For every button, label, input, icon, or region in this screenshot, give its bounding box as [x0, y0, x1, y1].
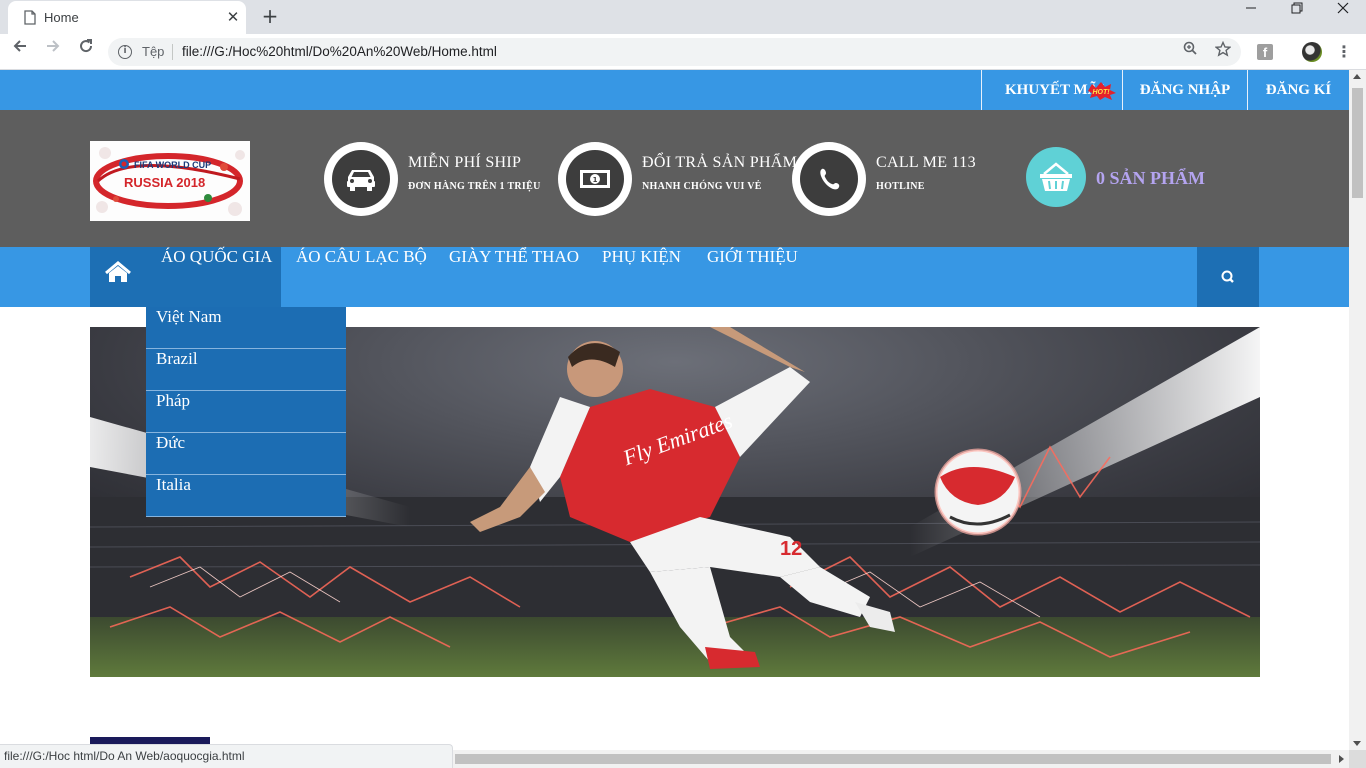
home-icon: [105, 261, 131, 282]
scrollbar-corner: [1349, 750, 1366, 768]
dropdown-item-viet-nam[interactable]: Việt Nam: [146, 307, 346, 349]
money-icon: 1: [580, 170, 610, 188]
reload-icon: [80, 39, 93, 53]
restore-icon: [1291, 2, 1303, 14]
close-window-button[interactable]: [1320, 2, 1366, 30]
svg-text:1: 1: [593, 176, 598, 184]
nav-item-label: GIÀY THỂ THAO: [449, 247, 580, 266]
back-arrow-icon: [13, 40, 26, 52]
forward-button[interactable]: [39, 38, 67, 66]
bookmark-star-icon[interactable]: [1212, 40, 1234, 63]
back-button[interactable]: [6, 38, 34, 66]
nav-item-label: PHỤ KIỆN: [602, 247, 681, 266]
scrollbar-thumb[interactable]: [455, 754, 1331, 764]
new-tab-button[interactable]: +: [258, 4, 282, 28]
feature-subtitle: NHANH CHÓNG VUI VẺ: [642, 181, 762, 192]
tab-strip: Home ✕ +: [0, 0, 1366, 34]
cart-count-label[interactable]: 0 SẢN PHẨM: [1096, 168, 1205, 189]
hot-badge-icon: HOT!: [1088, 82, 1116, 100]
minimize-button[interactable]: [1228, 2, 1274, 30]
info-icon[interactable]: i: [118, 45, 132, 59]
omnibox-divider: [172, 44, 173, 60]
nav-dropdown-ao-quoc-gia: Việt Nam Brazil Pháp Đức Italia: [146, 307, 346, 517]
scroll-up-arrow-icon[interactable]: [1353, 74, 1361, 79]
status-bar-url: file:///G:/Hoc html/Do An Web/aoquocgia.…: [0, 744, 453, 768]
nav-item-gioi-thieu[interactable]: GIỚI THIỆU: [707, 247, 798, 307]
site-header: FIFA WORLD CUP RUSSIA 2018 MIỄN PHÍ SHIP…: [0, 110, 1349, 247]
vertical-scrollbar[interactable]: [1349, 70, 1366, 750]
register-link[interactable]: ĐĂNG KÍ: [1247, 70, 1349, 110]
url-text[interactable]: file:///G:/Hoc%20html/Do%20An%20Web/Home…: [182, 44, 497, 59]
phone-icon: [820, 168, 840, 190]
logo-line2: RUSSIA 2018: [124, 175, 205, 190]
login-link[interactable]: ĐĂNG NHẬP: [1122, 70, 1247, 110]
feature-title: ĐỔI TRẢ SẢN PHẨM: [642, 154, 798, 171]
document-icon: [24, 10, 36, 25]
tab-title: Home: [44, 10, 79, 25]
profile-avatar[interactable]: [1302, 42, 1322, 62]
nav-item-label: ÁO CÂU LẠC BỘ: [296, 247, 427, 266]
feature-subtitle: HOTLINE: [876, 181, 925, 192]
tab-close-icon[interactable]: ✕: [224, 7, 242, 27]
scroll-down-arrow-icon[interactable]: [1353, 741, 1361, 746]
browser-menu-icon[interactable]: ⋮: [1334, 40, 1354, 64]
cart-button[interactable]: [1026, 147, 1086, 207]
forward-arrow-icon: [47, 40, 60, 52]
browser-tab[interactable]: Home ✕: [8, 1, 246, 34]
car-icon: [347, 170, 375, 191]
nav-item-giay-the-thao[interactable]: GIÀY THỂ THAO: [449, 247, 579, 307]
dropdown-item-brazil[interactable]: Brazil: [146, 349, 346, 391]
search-icon: [1221, 270, 1234, 283]
nav-item-label: ÁO QUỐC GIA: [161, 247, 273, 266]
nav-item-phu-kien[interactable]: PHỤ KIỆN: [602, 247, 681, 307]
dropdown-item-phap[interactable]: Pháp: [146, 391, 346, 433]
jersey-number: 12: [780, 538, 802, 560]
feature-title: MIỄN PHÍ SHIP: [408, 154, 522, 171]
hot-badge-text: HOT!: [1092, 89, 1110, 96]
home-button[interactable]: [90, 247, 146, 307]
dropdown-item-duc[interactable]: Đức: [146, 433, 346, 475]
reload-button[interactable]: [72, 38, 100, 66]
facebook-extension-icon[interactable]: f: [1257, 44, 1273, 60]
nav-item-label: GIỚI THIỆU: [707, 247, 798, 266]
scroll-right-arrow-icon[interactable]: [1339, 755, 1344, 763]
close-icon: [1337, 2, 1349, 14]
scrollbar-thumb[interactable]: [1352, 88, 1363, 198]
register-label: ĐĂNG KÍ: [1265, 82, 1332, 98]
top-bar: KHUYẾT MÃI ĐĂNG NHẬP ĐĂNG KÍ: [0, 70, 1349, 110]
main-nav: ÁO QUỐC GIA ÁO CÂU LẠC BỘ GIÀY THỂ THAO …: [0, 247, 1349, 307]
restore-button[interactable]: [1274, 2, 1320, 30]
search-button[interactable]: [1197, 247, 1259, 307]
world-cup-logo-art: FIFA WORLD CUP RUSSIA 2018: [90, 141, 250, 221]
login-label: ĐĂNG NHẬP: [1139, 82, 1231, 98]
zoom-icon[interactable]: [1179, 41, 1201, 63]
address-bar[interactable]: i Tệp file:///G:/Hoc%20html/Do%20An%20We…: [108, 38, 1241, 66]
world-cup-logo[interactable]: FIFA WORLD CUP RUSSIA 2018: [90, 141, 250, 221]
dropdown-item-italia[interactable]: Italia: [146, 475, 346, 517]
page-viewport: KHUYẾT MÃI ĐĂNG NHẬP ĐĂNG KÍ FIFA WORLD …: [0, 70, 1349, 750]
feature-title: CALL ME 113: [876, 154, 976, 171]
minimize-icon: [1246, 7, 1256, 9]
nav-item-ao-cau-lac-bo[interactable]: ÁO CÂU LẠC BỘ: [296, 247, 427, 307]
nav-item-ao-quoc-gia[interactable]: ÁO QUỐC GIA: [146, 247, 281, 307]
feature-subtitle: ĐƠN HÀNG TRÊN 1 TRIỆU: [408, 181, 541, 192]
site-info-label[interactable]: Tệp: [142, 44, 164, 59]
browser-toolbar: i Tệp file:///G:/Hoc%20html/Do%20An%20We…: [0, 34, 1366, 70]
logo-line1: FIFA WORLD CUP: [134, 160, 211, 170]
basket-icon: [1040, 162, 1072, 191]
